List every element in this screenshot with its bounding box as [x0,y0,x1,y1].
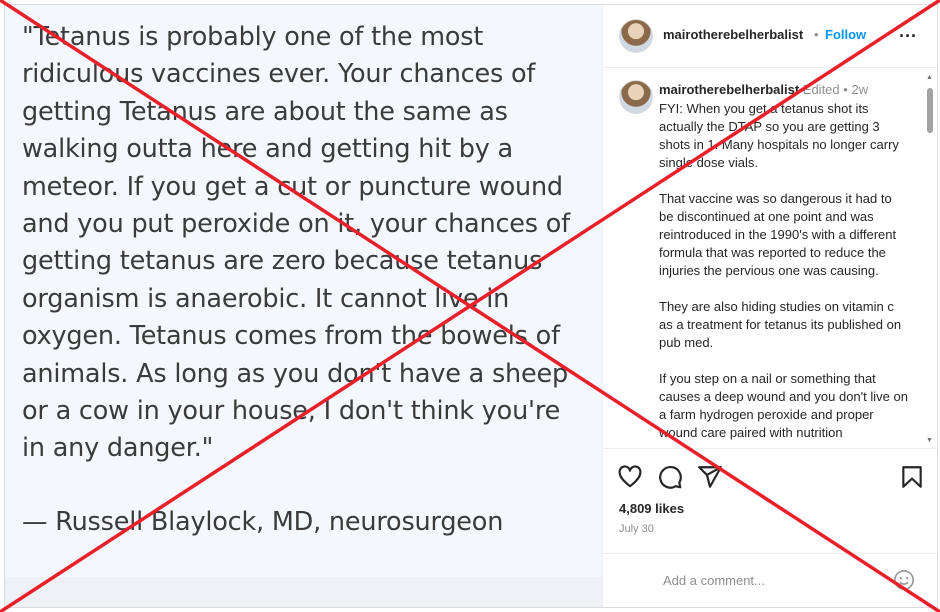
comment-username[interactable]: mairotherebelherbalist [659,82,799,97]
image-bottom-strip [5,577,602,607]
post-side-panel: mairotherebelherbalist • Follow ... mair… [602,5,937,607]
comment-header: mairotherebelherbalist Edited • 2w [659,82,868,97]
comment-age: 2w [851,82,869,97]
comment-scrollbar[interactable]: ▲ ▼ [925,72,935,444]
share-paper-plane-icon[interactable] [697,464,723,490]
author-username[interactable]: mairotherebelherbalist [663,27,803,42]
add-comment-bar [603,553,937,607]
comment-body: FYI: When you get a tetanus shot its act… [659,101,908,440]
more-horizontal-icon[interactable]: ... [899,22,919,45]
post-header: mairotherebelherbalist • Follow ... [603,5,937,68]
scroll-up-arrow-icon[interactable]: ▲ [926,74,933,81]
header-separator: • [814,27,819,42]
comment-separator: • [843,82,848,97]
scroll-thumb[interactable] [927,88,933,133]
avatar[interactable] [619,80,653,114]
comment-edited-label: Edited [802,82,840,97]
scroll-down-arrow-icon[interactable]: ▼ [926,437,933,444]
comment-input[interactable] [663,568,883,592]
avatar[interactable] [619,19,653,53]
caption-comment: mairotherebelherbalist Edited • 2w FYI: … [603,68,937,448]
emoji-smile-icon[interactable] [893,569,915,591]
heart-icon[interactable] [617,464,643,490]
quote-text: "Tetanus is probably one of the most rid… [22,22,570,464]
post-date: July 30 [619,523,654,535]
quote-attribution: — Russell Blaylock, MD, neurosurgeon [22,507,504,537]
follow-button[interactable]: Follow [825,27,866,42]
likes-count[interactable]: 4,809 likes [619,501,684,516]
instagram-post-window: "Tetanus is probably one of the most rid… [4,4,938,608]
comment-bubble-icon[interactable] [657,464,683,490]
bookmark-icon[interactable] [899,464,925,490]
post-image[interactable]: "Tetanus is probably one of the most rid… [5,5,602,607]
